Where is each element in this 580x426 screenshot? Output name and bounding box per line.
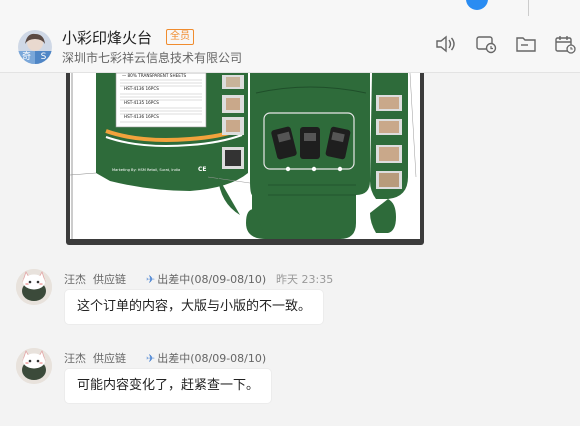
calendar-icon[interactable] bbox=[554, 34, 576, 54]
folder-icon[interactable] bbox=[515, 34, 537, 54]
cat-avatar-icon bbox=[16, 348, 52, 384]
sender-department: 供应链 bbox=[93, 352, 126, 365]
message-bubble[interactable]: 可能内容变化了，赶紧查一下。 bbox=[65, 369, 272, 403]
chat-header: 奇 S 小彩印烽火台 全员 深圳市七彩祥云信息技术有限公司 bbox=[0, 0, 580, 73]
image-message[interactable]: — 80% TRANSPARENT SHEETS HST-4136 16PCS … bbox=[66, 73, 424, 245]
chat-title[interactable]: 小彩印烽火台 bbox=[62, 27, 152, 48]
ce-mark: CE bbox=[198, 166, 207, 173]
message-bubble[interactable]: 这个订单的内容，大版与小版的不一致。 bbox=[65, 290, 324, 324]
sender-name[interactable]: 汪杰 bbox=[64, 350, 86, 366]
message-time: 昨天 23:35 bbox=[276, 273, 334, 286]
avatar-badge-right: S bbox=[35, 51, 52, 64]
group-avatar[interactable]: 奇 S bbox=[18, 30, 52, 64]
notification-dot[interactable] bbox=[466, 0, 488, 10]
plane-icon: ✈ bbox=[146, 273, 156, 286]
travel-status-text: 出差中(08/09-08/10) bbox=[157, 352, 267, 365]
box-text-line: HST-4136 16PCS bbox=[124, 86, 159, 91]
avatar-badge-left: 奇 bbox=[18, 51, 35, 64]
sender-avatar[interactable] bbox=[16, 269, 52, 305]
speaker-icon[interactable] bbox=[434, 34, 456, 54]
packaging-dieline-image[interactable]: — 80% TRANSPARENT SHEETS HST-4136 16PCS … bbox=[70, 73, 420, 239]
clock-chat-icon[interactable] bbox=[475, 34, 497, 54]
box-text-line: HST-4135 16PCS bbox=[124, 100, 159, 105]
marketing-text: Marketing By: HSM Retail, Surat, India bbox=[112, 168, 180, 172]
sender-name[interactable]: 汪杰 bbox=[64, 271, 86, 287]
box-text-line: — 80% TRANSPARENT SHEETS bbox=[122, 73, 186, 78]
box-text-line: HST-4136 16PCS bbox=[124, 114, 159, 119]
member-badge: 全员 bbox=[166, 29, 194, 45]
travel-status: ✈ 出差中(08/09-08/10) bbox=[146, 271, 266, 287]
sender-avatar[interactable] bbox=[16, 348, 52, 384]
company-name: 深圳市七彩祥云信息技术有限公司 bbox=[62, 51, 243, 65]
divider bbox=[528, 0, 529, 16]
cat-avatar-icon bbox=[16, 269, 52, 305]
travel-status-text: 出差中(08/09-08/10) bbox=[157, 273, 267, 286]
packaging-artwork: — 80% TRANSPARENT SHEETS HST-4136 16PCS … bbox=[70, 73, 417, 239]
plane-icon: ✈ bbox=[146, 352, 156, 365]
travel-status: ✈ 出差中(08/09-08/10) bbox=[146, 350, 266, 366]
sender-department: 供应链 bbox=[93, 273, 126, 286]
